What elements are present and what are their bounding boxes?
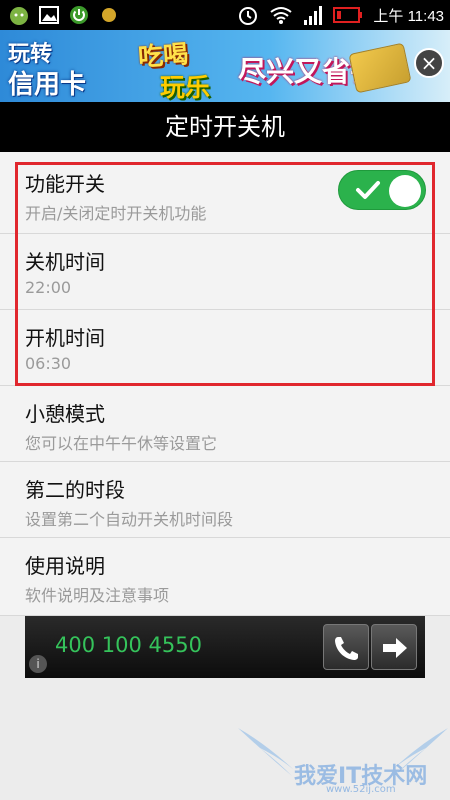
setting-item-shutdown-time[interactable]: 关机时间 22:00 bbox=[0, 234, 450, 310]
phone-icon bbox=[335, 637, 358, 660]
setting-subtitle: 06:30 bbox=[25, 354, 72, 373]
ad-close-button[interactable]: × bbox=[414, 48, 444, 78]
battery-icon bbox=[333, 7, 363, 23]
watermark: 我爱IT技术网 www.52ij.com bbox=[236, 724, 450, 800]
image-icon bbox=[39, 6, 59, 24]
signal-icon bbox=[304, 6, 323, 25]
status-bar: 上午 11:43 bbox=[0, 0, 450, 30]
wifi-icon bbox=[270, 7, 293, 24]
setting-title: 使用说明 bbox=[25, 554, 105, 578]
setting-item-function-switch[interactable]: 功能开关 开启/关闭定时开关机功能 bbox=[0, 152, 450, 234]
checkmark-icon bbox=[356, 181, 380, 199]
setting-title: 关机时间 bbox=[25, 250, 105, 274]
setting-subtitle: 您可以在中午午休等设置它 bbox=[25, 434, 218, 453]
setting-subtitle: 设置第二个自动开关机时间段 bbox=[25, 510, 234, 529]
setting-item-second-period[interactable]: 第二的时段 设置第二个自动开关机时间段 bbox=[0, 462, 450, 538]
setting-subtitle: 22:00 bbox=[25, 278, 72, 297]
toggle-knob bbox=[389, 175, 421, 207]
setting-subtitle: 软件说明及注意事项 bbox=[25, 586, 170, 605]
android-face-icon bbox=[10, 7, 28, 25]
status-time: 上午 11:43 bbox=[373, 7, 444, 25]
ad-text-line2: 信用卡 bbox=[8, 70, 87, 100]
ad-banner[interactable]: 玩转 信用卡 吃喝 玩乐 尽兴又省钱 × bbox=[0, 30, 450, 102]
alarm-icon bbox=[239, 7, 258, 25]
setting-title: 开机时间 bbox=[25, 326, 105, 350]
ad-phone-number: 400 100 4550 bbox=[55, 633, 202, 657]
function-toggle[interactable] bbox=[338, 170, 426, 210]
coin-icon bbox=[102, 8, 116, 22]
arrow-right-icon bbox=[383, 638, 407, 658]
power-icon bbox=[70, 6, 88, 24]
call-button[interactable] bbox=[323, 624, 369, 670]
setting-title: 功能开关 bbox=[25, 172, 105, 196]
ad-text-word4: 玩乐 bbox=[160, 73, 211, 102]
bottom-ad[interactable]: 400 100 4550 bbox=[25, 616, 425, 678]
setting-item-boot-time[interactable]: 开机时间 06:30 bbox=[0, 310, 450, 386]
go-button[interactable] bbox=[371, 624, 417, 670]
setting-item-instructions[interactable]: 使用说明 软件说明及注意事项 bbox=[0, 538, 450, 616]
setting-title: 第二的时段 bbox=[25, 478, 125, 502]
setting-title: 小憩模式 bbox=[25, 402, 105, 426]
setting-item-nap-mode[interactable]: 小憩模式 您可以在中午午休等设置它 bbox=[0, 386, 450, 462]
settings-list: 功能开关 开启/关闭定时开关机功能 关机时间 22:00 开机时间 06:30 … bbox=[0, 152, 450, 616]
page-title: 定时开关机 bbox=[0, 102, 450, 152]
ad-info-icon[interactable]: i bbox=[29, 655, 47, 673]
setting-subtitle: 开启/关闭定时开关机功能 bbox=[25, 204, 207, 223]
watermark-url: www.52ij.com bbox=[326, 784, 396, 795]
